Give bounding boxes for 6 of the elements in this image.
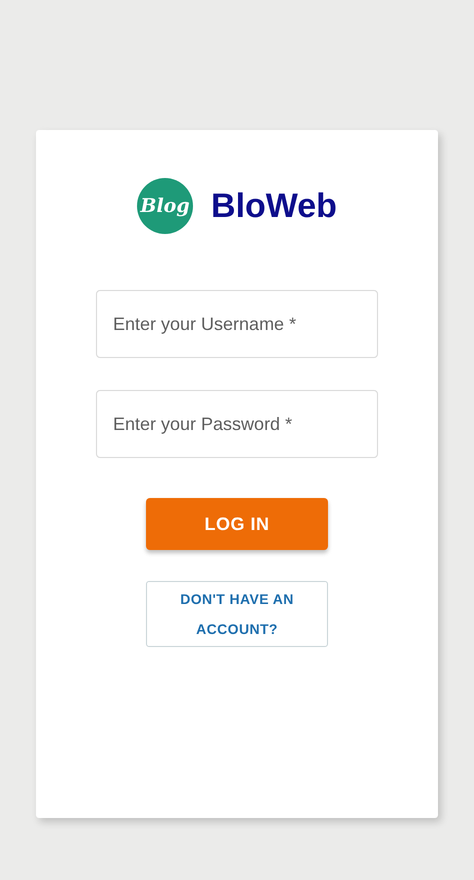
username-field[interactable]: Enter your Username * [96, 290, 378, 358]
signup-button[interactable]: DON'T HAVE AN ACCOUNT? [146, 581, 328, 647]
password-field[interactable]: Enter your Password * [96, 390, 378, 458]
logo-badge: Blog [137, 178, 194, 234]
login-button[interactable]: LOG IN [146, 498, 328, 550]
app-title: BloWeb [211, 186, 337, 226]
